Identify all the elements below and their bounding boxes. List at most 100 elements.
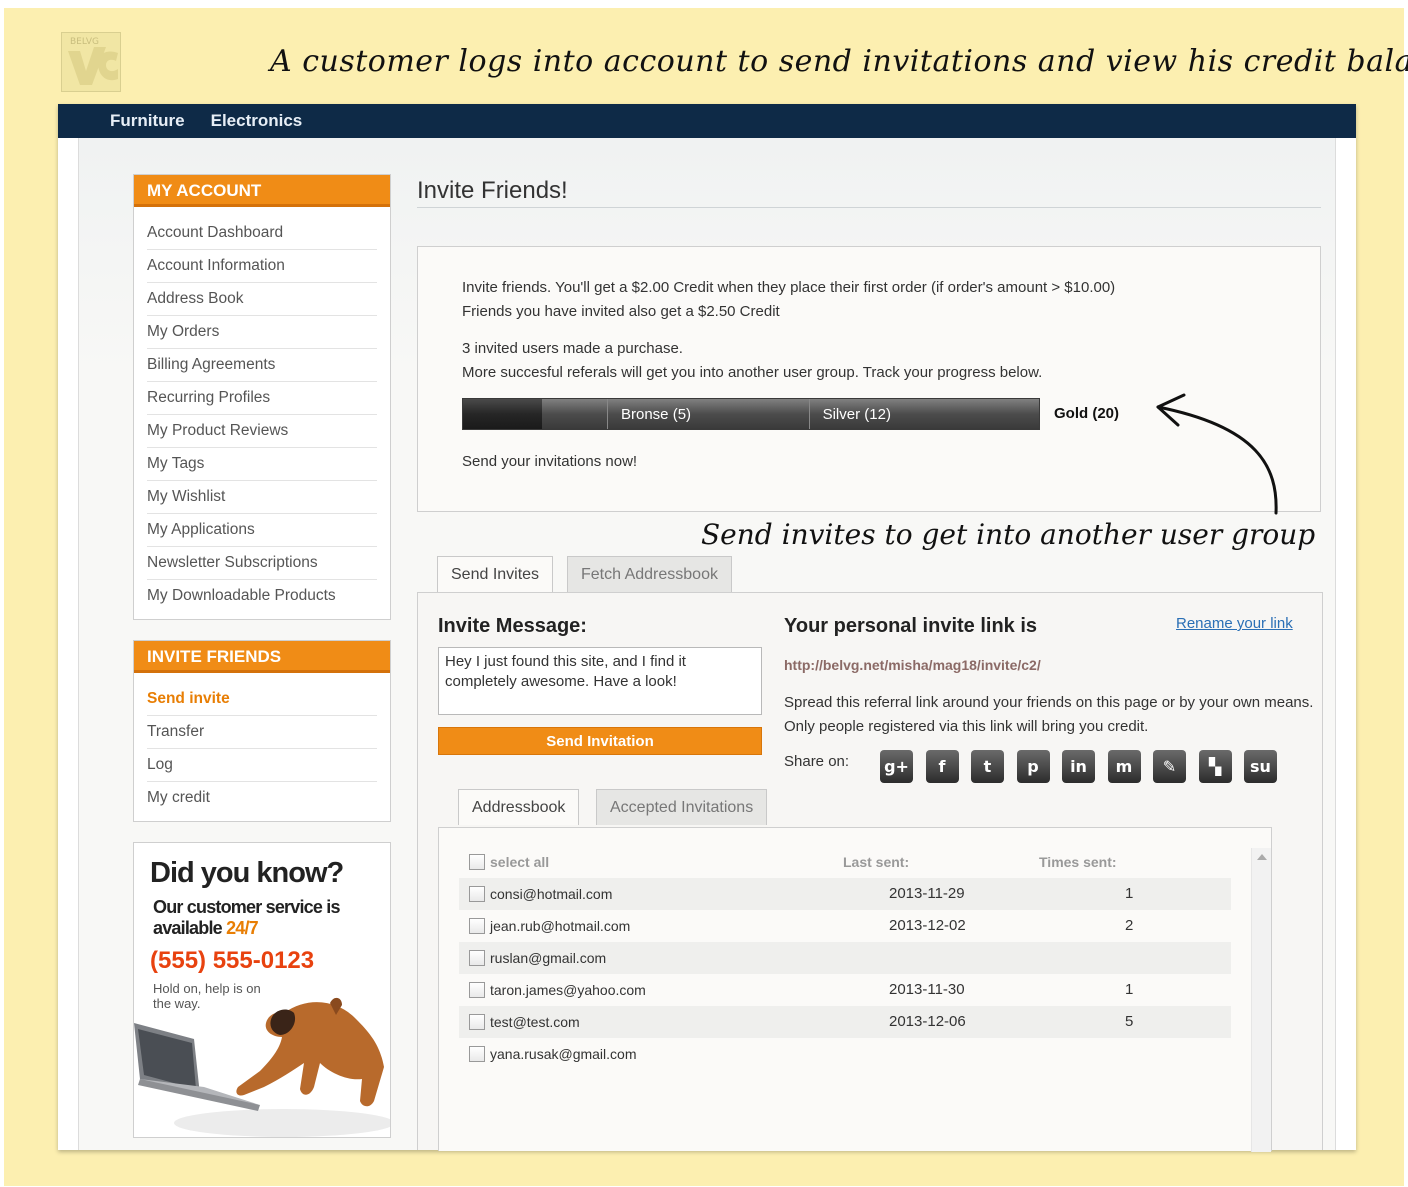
nav-item-electronics[interactable]: Electronics <box>211 111 303 131</box>
row-checkbox[interactable] <box>469 918 485 934</box>
promo-hours: 24/7 <box>226 918 259 938</box>
sidebar-item-my-wishlist[interactable]: My Wishlist <box>147 481 377 514</box>
times-sent-value: 5 <box>1125 1013 1134 1030</box>
credit-info-line2: Friends you have invited also get a $2.5… <box>462 303 780 320</box>
customer-service-promo[interactable]: Did you know? Our customer service is av… <box>133 842 391 1138</box>
row-checkbox[interactable] <box>469 1046 485 1062</box>
table-header: select all Last sent: Times sent: <box>459 846 1231 878</box>
send-invitation-button[interactable]: Send Invitation <box>438 727 762 755</box>
progress-tier-gold: Gold (20) <box>1054 405 1120 422</box>
last-sent-value: 2013-12-06 <box>889 1013 966 1030</box>
sidebar-item-my-downloadable-products[interactable]: My Downloadable Products <box>147 580 377 613</box>
referral-url[interactable]: http://belvg.net/misha/mag18/invite/c2/ <box>784 657 1041 673</box>
my-account-title: MY ACCOUNT <box>134 175 390 207</box>
share-label: Share on: <box>784 753 850 770</box>
row-checkbox[interactable] <box>469 982 485 998</box>
sidebar-item-address-book[interactable]: Address Book <box>147 283 377 316</box>
invite-friends-title: INVITE FRIENDS <box>134 641 390 673</box>
table-row[interactable]: ruslan@gmail.com <box>459 942 1231 974</box>
tab-accepted-invitations[interactable]: Accepted Invitations <box>596 789 768 825</box>
sidebar-item-my-applications[interactable]: My Applications <box>147 514 377 547</box>
banner-title: A customer logs into account to send inv… <box>270 44 1408 79</box>
contact-email: consi@hotmail.com <box>490 886 613 902</box>
last-sent-value: 2013-11-29 <box>889 885 965 902</box>
addressbook-scrollbar[interactable] <box>1251 848 1271 1152</box>
sidebar-item-send-invite[interactable]: Send invite <box>147 683 377 716</box>
progress-tier-divider <box>808 399 810 429</box>
table-row[interactable]: consi@hotmail.com 2013-11-29 1 <box>459 878 1231 910</box>
sidebar-item-log[interactable]: Log <box>147 749 377 782</box>
row-checkbox[interactable] <box>469 950 485 966</box>
linkedin-icon[interactable]: in <box>1062 750 1095 783</box>
sidebar-item-transfer[interactable]: Transfer <box>147 716 377 749</box>
google-plus-icon[interactable]: g+ <box>880 750 913 783</box>
sidebar-item-my-product-reviews[interactable]: My Product Reviews <box>147 415 377 448</box>
sidebar-item-billing-agreements[interactable]: Billing Agreements <box>147 349 377 382</box>
times-sent-header: Times sent: <box>1039 854 1117 870</box>
invite-cta: Send your invitations now! <box>462 453 638 470</box>
sidebar-item-recurring-profiles[interactable]: Recurring Profiles <box>147 382 377 415</box>
send-invites-panel: Invite Message: Send Invitation Your per… <box>417 592 1323 1152</box>
last-sent-value: 2013-11-30 <box>889 981 965 998</box>
facebook-icon[interactable]: f <box>925 750 959 783</box>
row-checkbox[interactable] <box>469 1014 485 1030</box>
addressbook-panel: select all Last sent: Times sent: consi@… <box>438 827 1272 1152</box>
progress-tier-bronse: Bronse (5) <box>621 406 692 423</box>
top-navigation: Furniture Electronics <box>58 104 1356 138</box>
store-page: Furniture Electronics MY ACCOUNT Account… <box>58 104 1356 1152</box>
page-title: Invite Friends! <box>417 177 568 204</box>
table-row[interactable]: yana.rusak@gmail.com <box>459 1038 1231 1070</box>
myspace-icon[interactable]: m <box>1107 750 1141 783</box>
contact-email: ruslan@gmail.com <box>490 950 607 966</box>
dog-laptop-illustration <box>134 997 390 1137</box>
title-divider <box>417 207 1321 208</box>
table-row[interactable]: test@test.com 2013-12-06 5 <box>459 1006 1231 1038</box>
contact-email: yana.rusak@gmail.com <box>490 1046 637 1062</box>
contact-email: taron.james@yahoo.com <box>490 982 646 998</box>
select-all-checkbox[interactable] <box>469 854 485 870</box>
progress-fill <box>463 399 543 429</box>
page-content: MY ACCOUNT Account Dashboard Account Info… <box>78 138 1336 1152</box>
stumbleupon-icon[interactable]: su <box>1244 750 1277 783</box>
table-row[interactable]: taron.james@yahoo.com 2013-11-30 1 <box>459 974 1231 1006</box>
contact-email: jean.rub@hotmail.com <box>490 918 631 934</box>
promo-heading: Did you know? <box>150 857 344 889</box>
times-sent-value: 1 <box>1125 981 1134 998</box>
table-row[interactable]: jean.rub@hotmail.com 2013-12-02 2 <box>459 910 1231 942</box>
sidebar-item-my-tags[interactable]: My Tags <box>147 448 377 481</box>
tab-send-invites[interactable]: Send Invites <box>437 556 554 592</box>
last-sent-value: 2013-12-02 <box>889 917 966 934</box>
tab-addressbook[interactable]: Addressbook <box>458 789 580 825</box>
nav-item-furniture[interactable]: Furniture <box>110 111 185 131</box>
select-all-label[interactable]: select all <box>490 854 549 870</box>
delicious-icon[interactable]: ▚ <box>1198 750 1232 783</box>
scroll-up-arrow-icon[interactable] <box>1257 854 1267 860</box>
invite-friends-menu: Send invite Transfer Log My credit <box>134 673 390 821</box>
progress-description: More succesful referals will get you int… <box>462 364 1043 381</box>
invite-message-field[interactable] <box>438 647 762 715</box>
curved-arrow-icon <box>1156 393 1278 515</box>
my-account-menu: Account Dashboard Account Information Addr… <box>134 207 390 619</box>
promo-sub-line1: Our customer service is <box>153 897 341 917</box>
sidebar-item-my-orders[interactable]: My Orders <box>147 316 377 349</box>
annotation-note: Send invites to get into another user gr… <box>701 518 1316 551</box>
sidebar-item-account-information[interactable]: Account Information <box>147 250 377 283</box>
rename-link[interactable]: Rename your link <box>1176 615 1293 632</box>
group-progress-bar: Bronse (5) Silver (12) <box>462 398 1040 430</box>
progress-tier-divider <box>607 399 608 429</box>
promo-subheading: Our customer service is available 24/7 <box>153 897 353 939</box>
tab-fetch-addressbook[interactable]: Fetch Addressbook <box>567 556 732 592</box>
invite-link-heading: Your personal invite link is <box>784 615 1038 637</box>
blogger-icon[interactable]: ✎ <box>1153 750 1186 783</box>
row-checkbox[interactable] <box>469 886 485 902</box>
belvg-logo: BELVG <box>61 32 121 92</box>
sidebar-item-newsletter-subscriptions[interactable]: Newsletter Subscriptions <box>147 547 377 580</box>
sidebar-item-my-credit[interactable]: My credit <box>147 782 377 815</box>
credit-info-line1: Invite friends. You'll get a $2.00 Credi… <box>462 279 1116 296</box>
pinterest-icon[interactable]: p <box>1016 750 1050 783</box>
twitter-icon[interactable]: t <box>971 750 1004 783</box>
sidebar-item-account-dashboard[interactable]: Account Dashboard <box>147 217 377 250</box>
referral-description: Spread this referral link around your fr… <box>784 694 1314 735</box>
last-sent-header: Last sent: <box>843 854 910 870</box>
invite-message-heading: Invite Message: <box>438 615 587 637</box>
